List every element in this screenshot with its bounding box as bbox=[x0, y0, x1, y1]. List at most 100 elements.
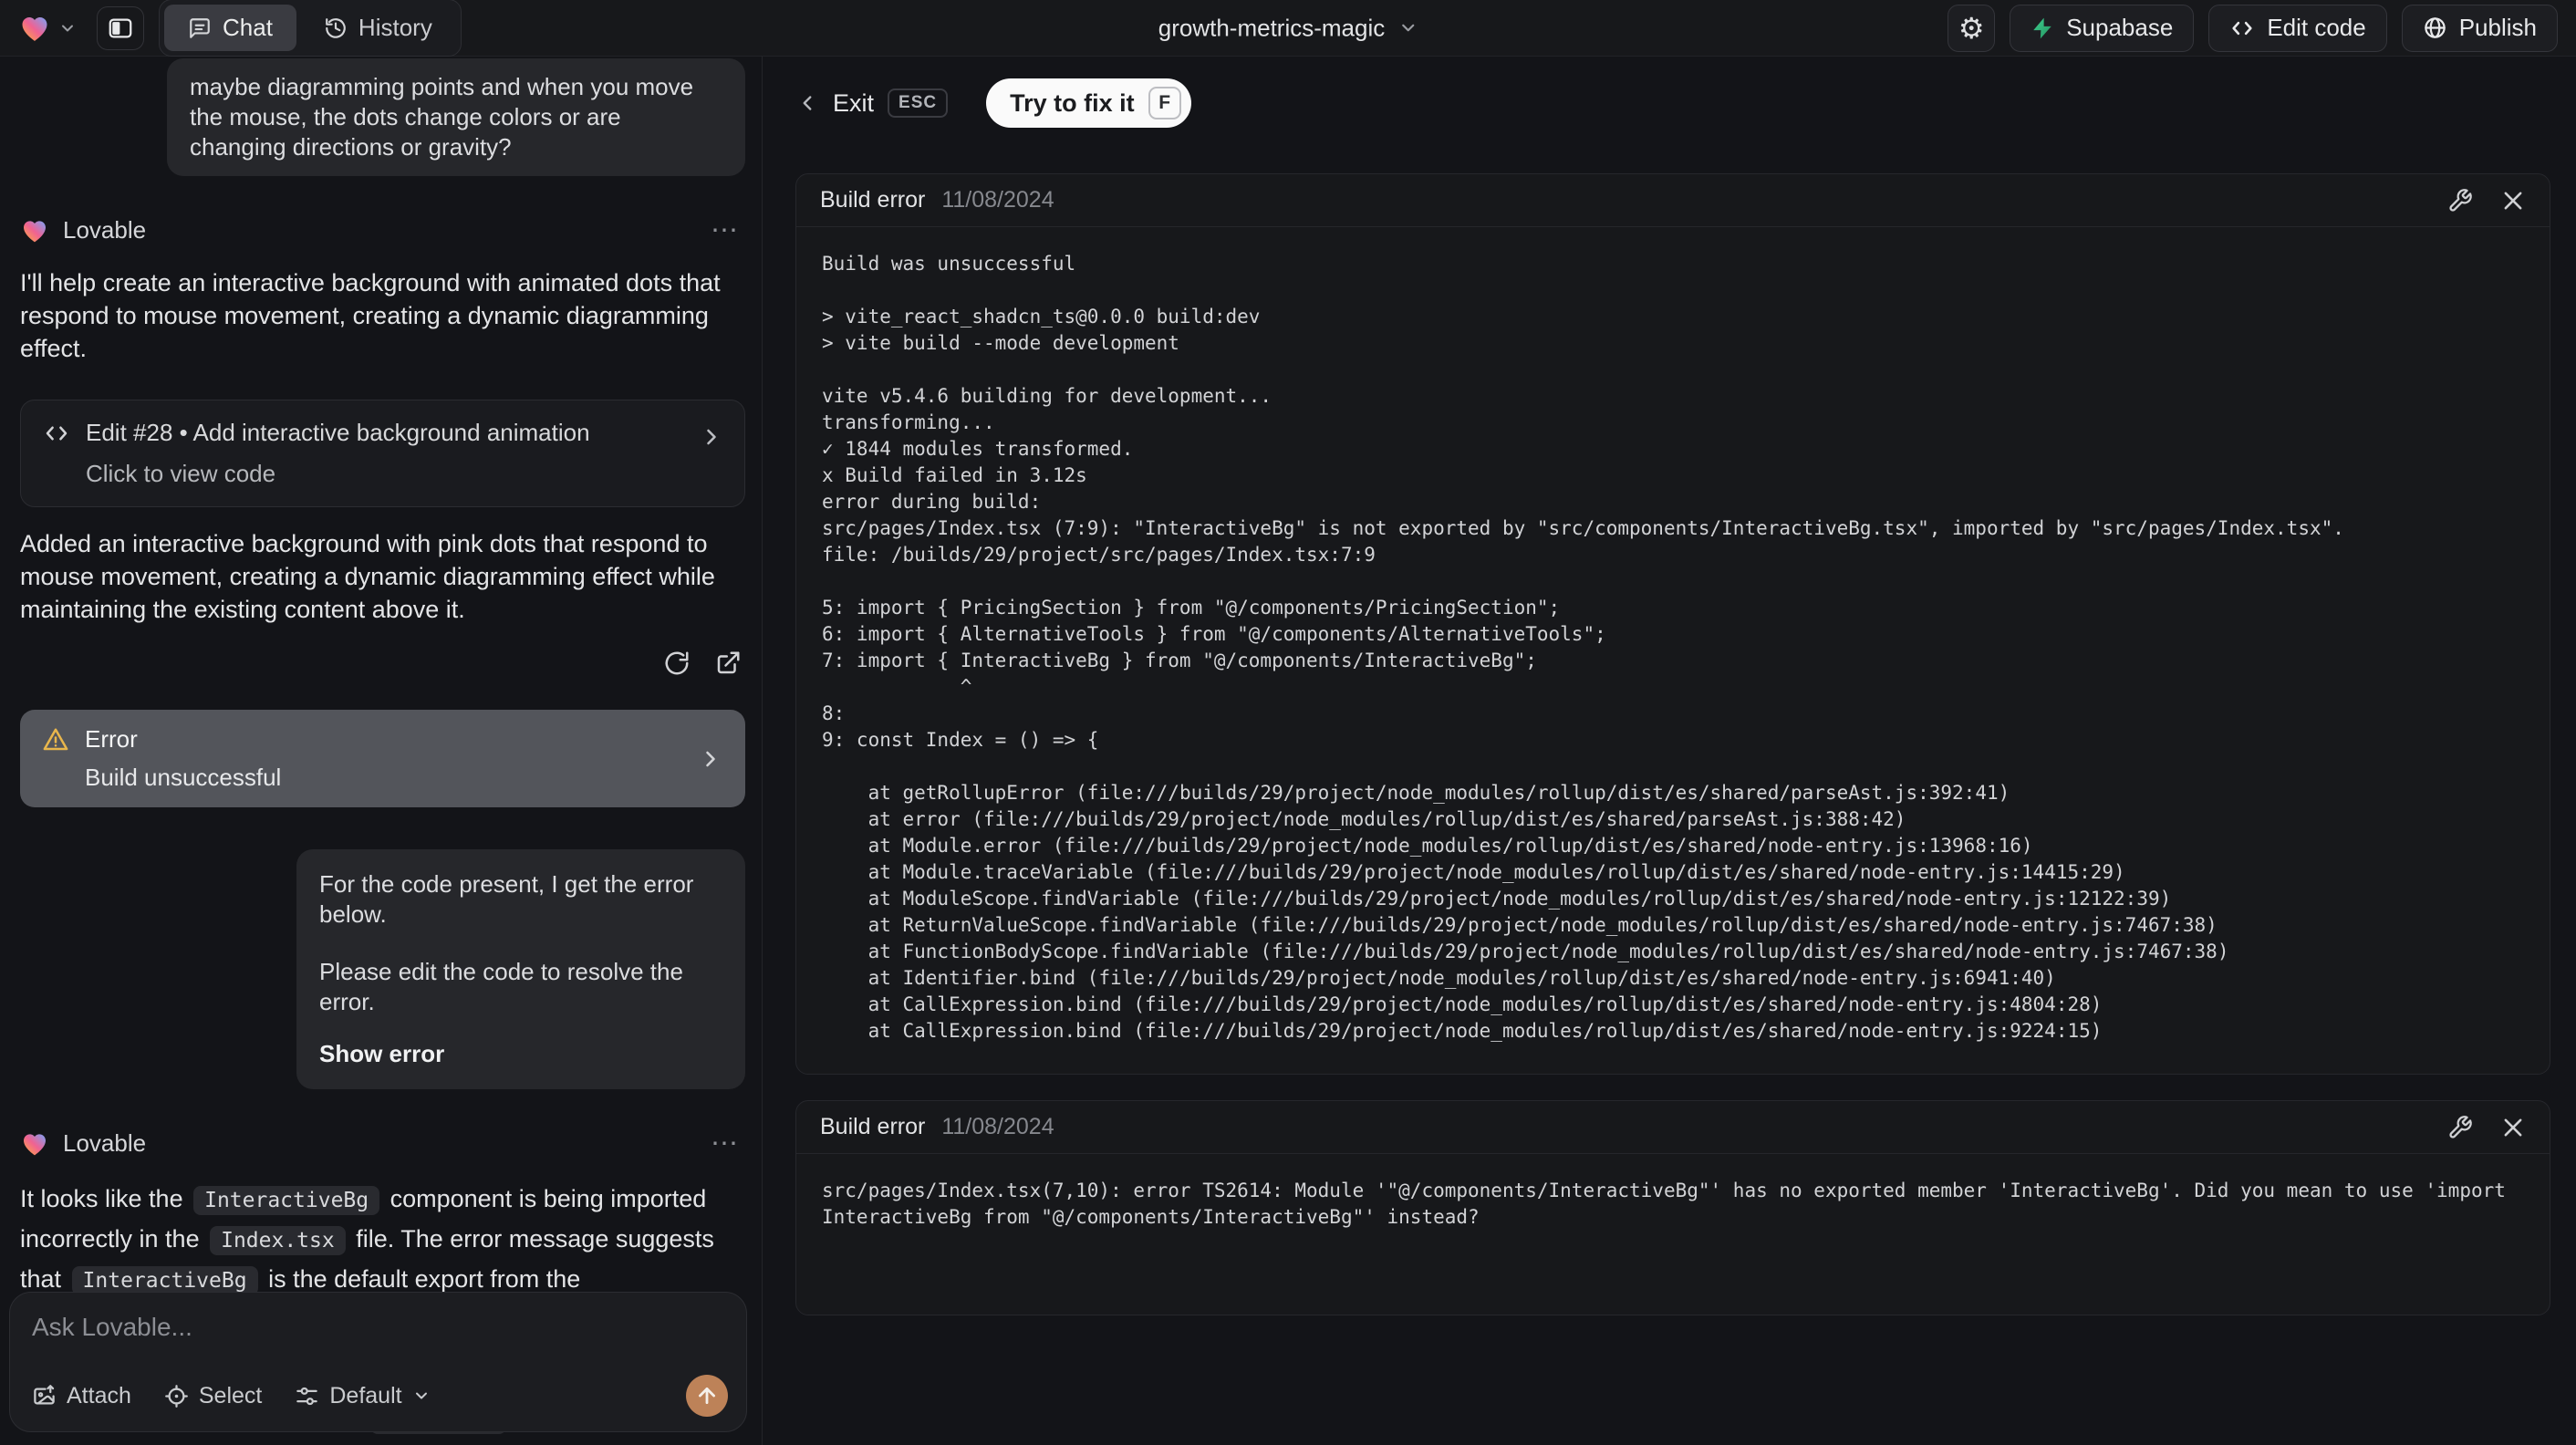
build-error-log: Build was unsuccessful > vite_react_shad… bbox=[796, 227, 2550, 1074]
build-error-header: Build error 11/08/2024 bbox=[796, 1101, 2550, 1154]
chevron-right-icon bbox=[707, 429, 716, 445]
topbar-actions: ⚙ Supabase Edit code Publish bbox=[1948, 4, 2558, 52]
f-key-badge: F bbox=[1148, 87, 1181, 120]
build-error-log-text: src/pages/Index.tsx(7,10): error TS2614:… bbox=[822, 1180, 2518, 1228]
send-button[interactable] bbox=[686, 1375, 728, 1417]
edit-28-subtitle: Click to view code bbox=[86, 460, 276, 487]
try-to-fix-label: Try to fix it bbox=[1010, 88, 1135, 117]
supabase-label: Supabase bbox=[2066, 14, 2174, 41]
inline-code: Index.tsx bbox=[210, 1226, 346, 1255]
build-error-header: Build error 11/08/2024 bbox=[796, 174, 2550, 227]
error-card-title: Error bbox=[85, 725, 138, 753]
text-run: It looks like the bbox=[20, 1185, 191, 1212]
exit-label: Exit bbox=[833, 88, 875, 117]
edit-code-label: Edit code bbox=[2267, 14, 2366, 41]
close-icon[interactable] bbox=[2500, 188, 2526, 213]
assistant-name: Lovable bbox=[63, 1129, 147, 1157]
chat-messages: maybe diagramming points and when you mo… bbox=[0, 57, 762, 1445]
fix-panel-header: Exit ESC Try to fix it F bbox=[795, 78, 2550, 128]
chat-input-panel: Attach Select Default bbox=[9, 1292, 747, 1432]
tab-chat-label: Chat bbox=[223, 14, 273, 41]
build-error-log: src/pages/Index.tsx(7,10): error TS2614:… bbox=[796, 1154, 2550, 1315]
user-message: maybe diagramming points and when you mo… bbox=[167, 58, 745, 176]
chevron-down-icon bbox=[415, 1392, 427, 1399]
error-fix-panel: Exit ESC Try to fix it F Build error 11/… bbox=[763, 57, 2576, 1445]
inline-code: InteractiveBg bbox=[193, 1186, 380, 1215]
lovable-logo-menu[interactable] bbox=[18, 12, 77, 45]
assistant-paragraph: I'll help create an interactive backgrou… bbox=[20, 269, 721, 362]
history-icon bbox=[326, 17, 346, 38]
chat-input[interactable] bbox=[32, 1313, 728, 1342]
settings-button[interactable]: ⚙ bbox=[1948, 4, 1996, 52]
supabase-bolt-icon bbox=[2033, 17, 2051, 38]
edit-28-title: Edit #28 • Add interactive background an… bbox=[86, 419, 590, 446]
chat-panel: maybe diagramming points and when you mo… bbox=[0, 57, 763, 1445]
project-name: growth-metrics-magic bbox=[1158, 14, 1386, 41]
user-message-text: For the code present, I get the error be… bbox=[319, 870, 694, 928]
publish-button[interactable]: Publish bbox=[2401, 4, 2558, 52]
sidebar-toggle-button[interactable] bbox=[97, 5, 144, 50]
warning-triangle-icon bbox=[43, 728, 68, 750]
open-external-icon[interactable] bbox=[714, 650, 742, 677]
show-error-link[interactable]: Show error bbox=[319, 1039, 722, 1069]
publish-label: Publish bbox=[2458, 14, 2537, 41]
error-card-subtitle: Build unsuccessful bbox=[85, 764, 282, 791]
sidebar-panel-icon bbox=[109, 18, 132, 37]
tab-history[interactable]: History bbox=[300, 5, 456, 51]
wrench-icon[interactable] bbox=[2447, 188, 2473, 213]
tab-chat[interactable]: Chat bbox=[164, 5, 296, 51]
assistant-header: Lovable ⋯ bbox=[20, 1128, 745, 1159]
build-error-date: 11/08/2024 bbox=[941, 187, 1054, 213]
globe-icon bbox=[2424, 17, 2446, 38]
close-icon[interactable] bbox=[2500, 1115, 2526, 1140]
user-message: For the code present, I get the error be… bbox=[296, 849, 745, 1089]
assistant-paragraph: Added an interactive background with pin… bbox=[20, 530, 715, 623]
message-actions bbox=[20, 650, 745, 677]
select-button[interactable]: Select bbox=[164, 1383, 262, 1409]
build-error-date: 11/08/2024 bbox=[941, 1114, 1054, 1139]
build-error-title: Build error bbox=[820, 187, 926, 213]
lovable-heart-icon bbox=[22, 16, 47, 41]
select-label: Select bbox=[198, 1382, 263, 1409]
try-to-fix-button[interactable]: Try to fix it F bbox=[986, 78, 1191, 128]
restore-icon[interactable] bbox=[663, 650, 691, 677]
build-error-card[interactable]: Error Build unsuccessful bbox=[20, 710, 745, 807]
user-message-text: maybe diagramming points and when you mo… bbox=[190, 73, 694, 161]
chat-bubble-icon bbox=[190, 17, 210, 38]
project-switcher[interactable]: growth-metrics-magic bbox=[1158, 14, 1418, 42]
tab-history-label: History bbox=[358, 14, 432, 41]
gear-icon: ⚙ bbox=[1958, 11, 1985, 45]
build-error-title: Build error bbox=[820, 1114, 926, 1139]
code-brackets-icon bbox=[2232, 21, 2252, 35]
lovable-heart-icon bbox=[24, 1133, 46, 1155]
supabase-button[interactable]: Supabase bbox=[2010, 4, 2195, 52]
chevron-down-icon bbox=[1401, 24, 1414, 32]
code-brackets-icon bbox=[46, 426, 68, 440]
chat-history-tabs: Chat History bbox=[159, 0, 462, 57]
image-attach-icon bbox=[34, 1384, 55, 1404]
attach-button[interactable]: Attach bbox=[32, 1383, 131, 1409]
build-error-log-card: Build error 11/08/2024 Build was unsucce… bbox=[795, 173, 2550, 1075]
sliders-icon bbox=[296, 1387, 318, 1405]
chevron-down-icon bbox=[62, 25, 73, 31]
wrench-icon[interactable] bbox=[2447, 1115, 2473, 1140]
mode-dropdown[interactable]: Default bbox=[295, 1383, 430, 1409]
user-message-text: Please edit the code to resolve the erro… bbox=[319, 958, 683, 1015]
edit-28-card[interactable]: Edit #28 • Add interactive background an… bbox=[20, 400, 745, 507]
topbar: Chat History growth-metrics-magic ⚙ Supa… bbox=[0, 0, 2576, 57]
assistant-header: Lovable ⋯ bbox=[20, 214, 745, 246]
mode-label: Default bbox=[329, 1382, 402, 1409]
exit-button[interactable]: Exit ESC bbox=[795, 88, 949, 118]
lovable-heart-icon bbox=[24, 220, 46, 242]
assistant-name: Lovable bbox=[63, 216, 147, 244]
chevron-right-icon bbox=[706, 751, 715, 766]
text-run: is the default export from the bbox=[261, 1265, 581, 1293]
edit-code-button[interactable]: Edit code bbox=[2208, 4, 2387, 52]
esc-key-badge: ESC bbox=[888, 88, 949, 118]
chevron-left-icon bbox=[803, 96, 812, 110]
message-menu-button[interactable]: ⋯ bbox=[711, 1128, 745, 1159]
build-error-log-card: Build error 11/08/2024 src/pages/Index.t… bbox=[795, 1100, 2550, 1315]
message-menu-button[interactable]: ⋯ bbox=[711, 214, 745, 246]
attach-label: Attach bbox=[67, 1382, 131, 1409]
arrow-up-icon bbox=[699, 1388, 715, 1404]
